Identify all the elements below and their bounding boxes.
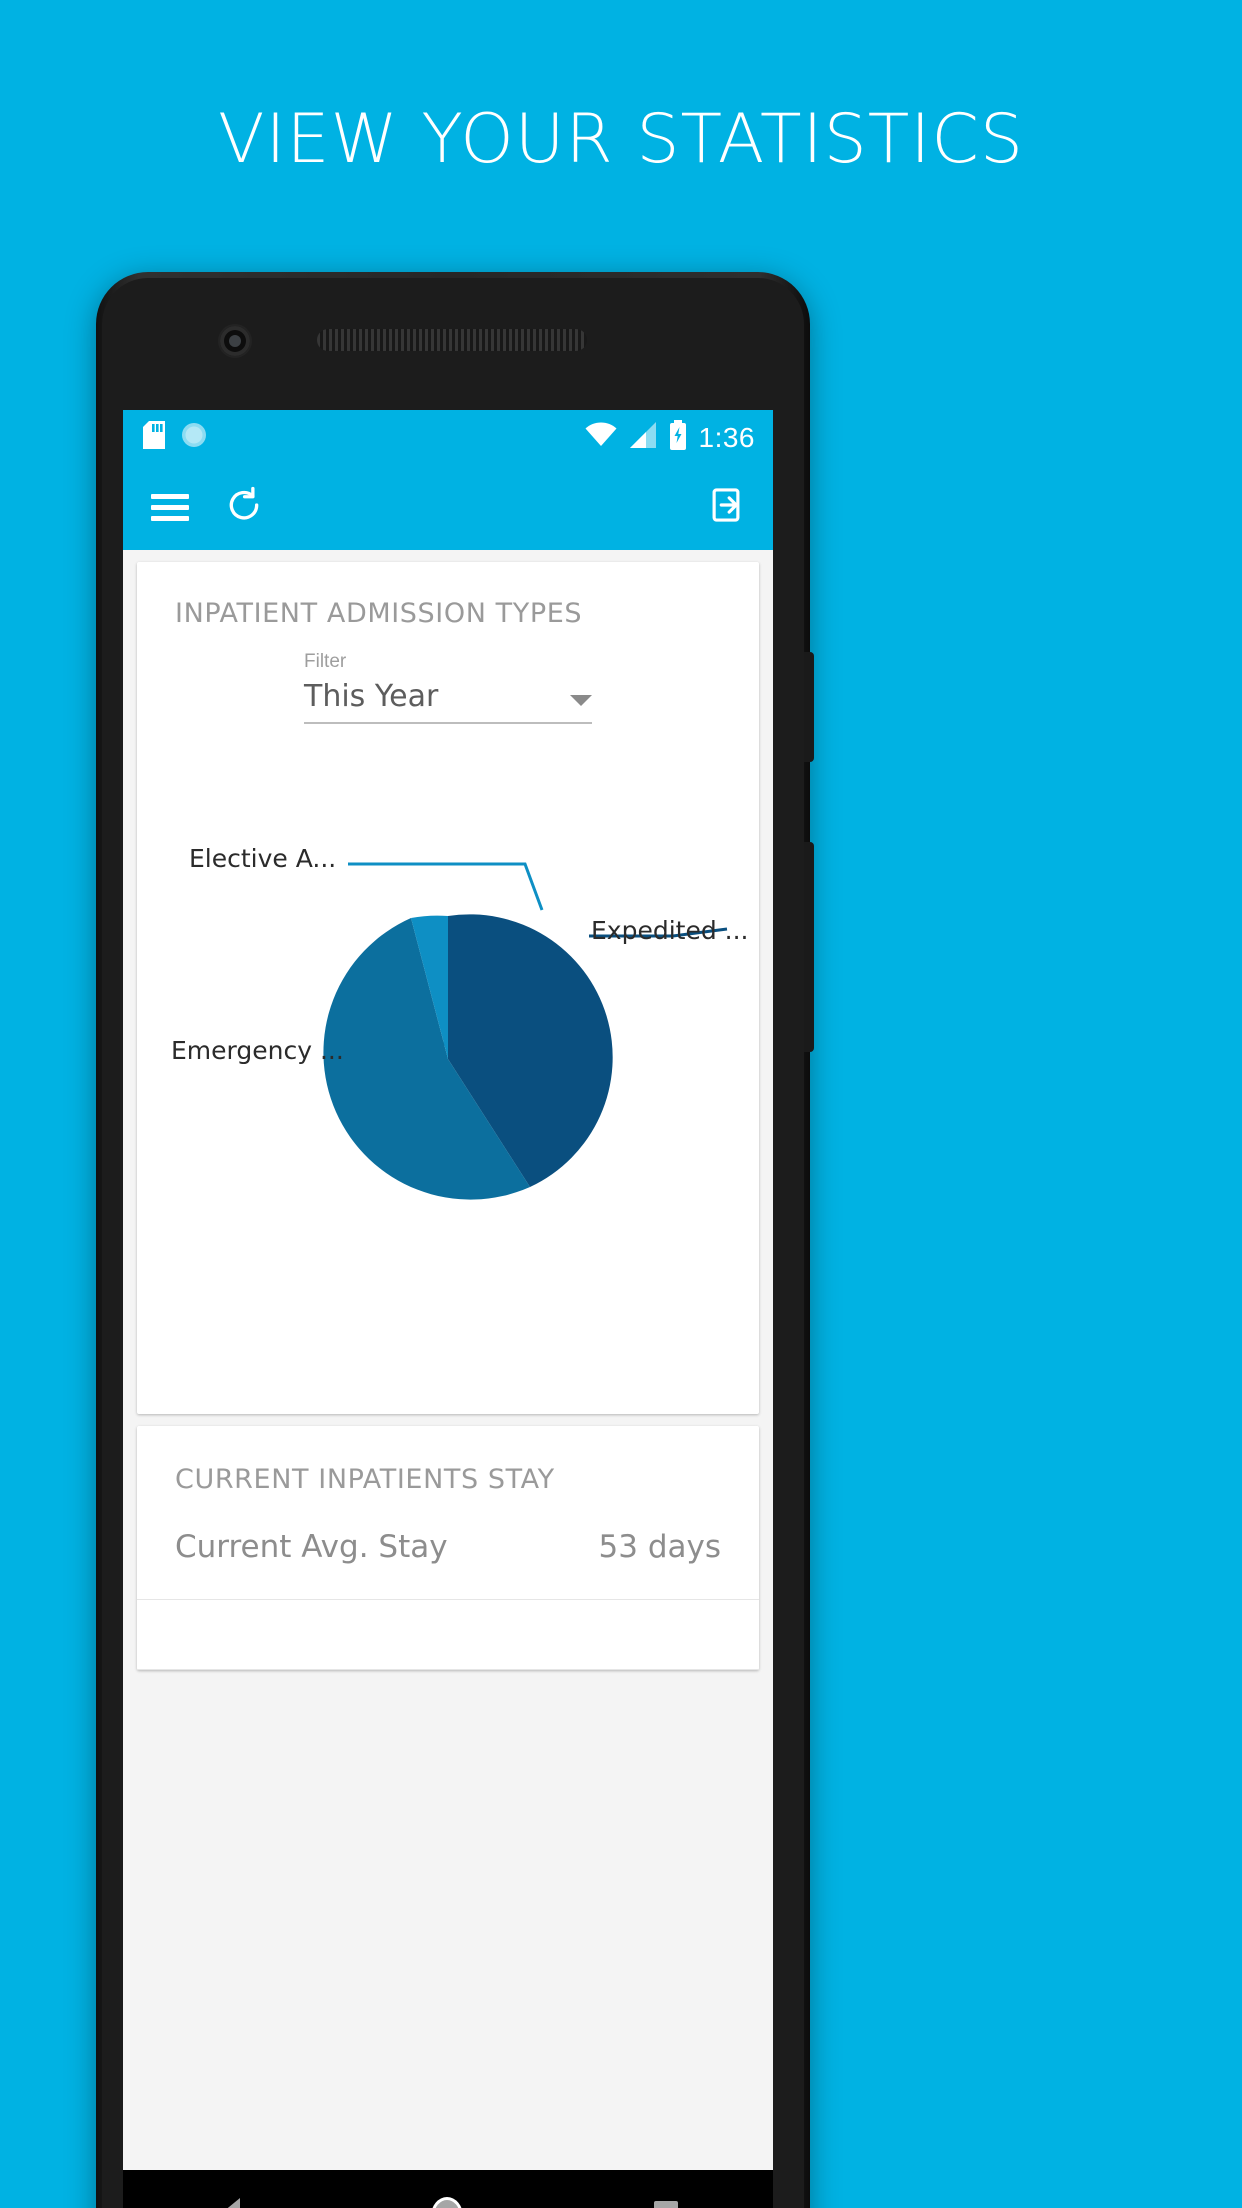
- filter-selected-value: This Year: [304, 679, 439, 714]
- list-item[interactable]: [137, 1600, 759, 1670]
- page-title: VIEW YOUR STATISTICS: [217, 100, 1025, 179]
- home-circle-icon[interactable]: [430, 2197, 463, 2208]
- card-inpatient-admission-types: INPATIENT ADMISSION TYPES Filter This Ye…: [137, 562, 759, 1414]
- hamburger-menu-icon[interactable]: [151, 494, 189, 521]
- status-bar-left-icons: [143, 421, 207, 454]
- logout-icon[interactable]: [707, 488, 745, 528]
- pie-label-expedited: Expedited ...: [591, 916, 749, 945]
- pie-label-emergency: Emergency ...: [171, 1036, 344, 1065]
- volume-button[interactable]: [804, 652, 814, 762]
- app-toolbar: [123, 465, 773, 550]
- filter-select[interactable]: This Year: [304, 679, 592, 724]
- back-triangle-icon[interactable]: [218, 2198, 241, 2208]
- stat-value: 53 days: [598, 1529, 721, 1565]
- cellular-signal-icon: [629, 422, 657, 453]
- pie-label-elective: Elective A...: [189, 844, 337, 873]
- filter-label: Filter: [304, 651, 347, 672]
- card-title: CURRENT INPATIENTS STAY: [175, 1464, 555, 1495]
- list-item[interactable]: Current Avg. Stay 53 days: [137, 1495, 759, 1600]
- phone-screen: 1:36 INPATIENT ADMISSION TYPES Filter Th…: [123, 410, 773, 2208]
- dashboard-content[interactable]: INPATIENT ADMISSION TYPES Filter This Ye…: [123, 550, 773, 2208]
- card-title: INPATIENT ADMISSION TYPES: [175, 598, 583, 629]
- stat-label: Current Avg. Stay: [175, 1529, 448, 1565]
- front-camera-icon: [220, 326, 250, 356]
- battery-charging-icon: [669, 420, 687, 455]
- status-bar-clock: 1:36: [698, 421, 755, 453]
- refresh-icon[interactable]: [225, 486, 263, 529]
- earpiece-speaker: [317, 329, 587, 351]
- toolbar-right-actions: [707, 486, 745, 529]
- filter-container: Filter This Year: [137, 629, 759, 724]
- pie-chart[interactable]: Elective A... Expedited ... Emergency ..…: [137, 724, 759, 1414]
- status-bar-right-icons: 1:36: [585, 420, 756, 455]
- wifi-icon: [585, 422, 617, 453]
- toolbar-left-actions: [151, 486, 263, 529]
- recents-square-icon[interactable]: [653, 2201, 678, 2208]
- phone-device: 1:36 INPATIENT ADMISSION TYPES Filter Th…: [96, 272, 814, 2208]
- android-nav-bar: [123, 2170, 773, 2208]
- power-button[interactable]: [804, 842, 814, 1052]
- status-bar: 1:36: [123, 410, 773, 465]
- pie-chart-svg: [323, 862, 728, 1200]
- card-current-inpatients-stay: CURRENT INPATIENTS STAY Current Avg. Sta…: [137, 1426, 759, 1670]
- sd-card-icon: [143, 421, 165, 454]
- leader-line-elective: [348, 862, 544, 911]
- chevron-down-icon: [570, 695, 592, 706]
- pie-slices: [323, 914, 613, 1200]
- sync-circle-icon: [181, 422, 207, 453]
